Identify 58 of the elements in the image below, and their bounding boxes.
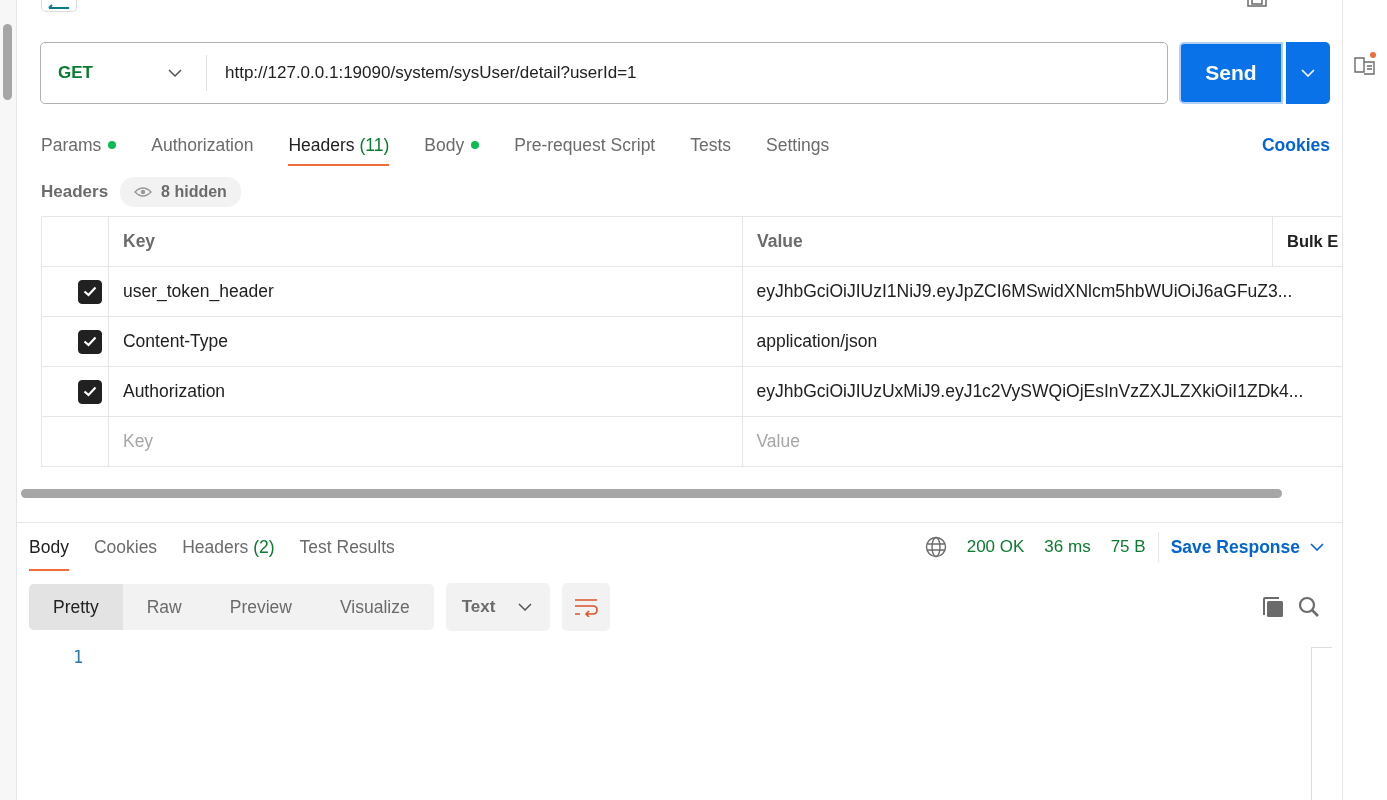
table-cell[interactable]: application/json <box>742 317 1342 366</box>
chevron-down-icon <box>1301 69 1315 77</box>
checkmark-icon <box>82 386 97 397</box>
section-title: Headers <box>41 182 109 202</box>
hidden-headers-toggle[interactable]: 8 hidden <box>120 177 241 207</box>
checkmark-icon <box>82 286 97 297</box>
view-mode-tab[interactable]: Pretty <box>29 584 123 630</box>
eye-icon <box>134 186 153 198</box>
view-mode-tab[interactable]: Raw <box>122 584 206 630</box>
table-cell[interactable]: user_token_header <box>108 267 743 316</box>
request-tab[interactable]: Pre-request Script <box>514 124 656 166</box>
scrollbar-thumb[interactable] <box>3 24 12 100</box>
table-cell[interactable]: Authorization <box>108 367 743 416</box>
checkbox[interactable] <box>77 279 102 304</box>
search-icon[interactable] <box>1298 596 1320 618</box>
wrap-lines-icon <box>573 597 598 617</box>
globe-icon[interactable] <box>924 536 947 558</box>
line-number: 1 <box>73 647 84 667</box>
chevron-down-icon <box>517 603 532 611</box>
documentation-icon[interactable] <box>1354 52 1376 76</box>
request-tab[interactable]: Tests <box>690 124 732 166</box>
url-field[interactable]: GET http://127.0.0.1:19090/system/sysUser/detail?userId=1 <box>40 42 1168 104</box>
arrow-left-icon <box>48 4 70 9</box>
response-tab[interactable]: Cookies <box>93 523 158 571</box>
table-cell[interactable]: eyJhbGciOiJIUzUxMiJ9.eyJ1c2VySWQiOjEsInVzZXJLZXkiOiI1ZDk4... <box>742 367 1342 416</box>
scrollbar-thumb[interactable] <box>21 488 1282 498</box>
request-tab[interactable]: Body <box>424 124 480 166</box>
response-time[interactable]: 36 ms <box>1044 537 1091 557</box>
request-tab[interactable]: Params <box>41 124 117 166</box>
request-tab[interactable]: Settings <box>766 124 830 166</box>
save-icon[interactable] <box>1246 0 1268 8</box>
table-cell[interactable]: eyJhbGciOiJIUzI1NiJ9.eyJpZCI6MSwidXNlcm5hbWUiOiJ6aGFuZ3... <box>742 267 1342 316</box>
response-tab[interactable]: Test Results <box>299 523 395 571</box>
save-response-button[interactable]: Save Response <box>1170 536 1300 558</box>
response-size[interactable]: 75 B <box>1110 537 1146 557</box>
cookies-link[interactable]: Cookies <box>1261 134 1330 156</box>
send-button[interactable]: Send <box>1179 42 1283 104</box>
chevron-down-icon[interactable] <box>1310 543 1324 551</box>
method-dropdown[interactable]: GET <box>41 55 207 91</box>
checkbox[interactable] <box>77 329 102 354</box>
request-tab[interactable]: Authorization <box>151 124 254 166</box>
view-mode-tab[interactable]: Preview <box>205 584 316 630</box>
column-header: Value <box>743 217 1273 266</box>
back-button[interactable] <box>41 0 77 12</box>
copy-icon[interactable] <box>1262 596 1284 618</box>
request-tab[interactable]: Headers (11) <box>288 124 390 166</box>
status-code[interactable]: 200 OK <box>966 537 1025 557</box>
bulk-edit-link[interactable]: Bulk E <box>1273 217 1342 266</box>
format-dropdown[interactable]: Text <box>445 583 550 631</box>
checkbox[interactable] <box>77 379 102 404</box>
checkmark-icon <box>82 336 97 347</box>
column-header: Key <box>109 217 743 266</box>
response-tab[interactable]: Body <box>29 523 69 571</box>
wrap-lines-button[interactable] <box>561 583 610 631</box>
response-tab[interactable]: Headers (2) <box>182 523 275 571</box>
view-mode-tab[interactable]: Visualize <box>316 584 434 630</box>
chevron-down-icon <box>168 69 182 77</box>
table-cell[interactable]: Content-Type <box>108 317 743 366</box>
